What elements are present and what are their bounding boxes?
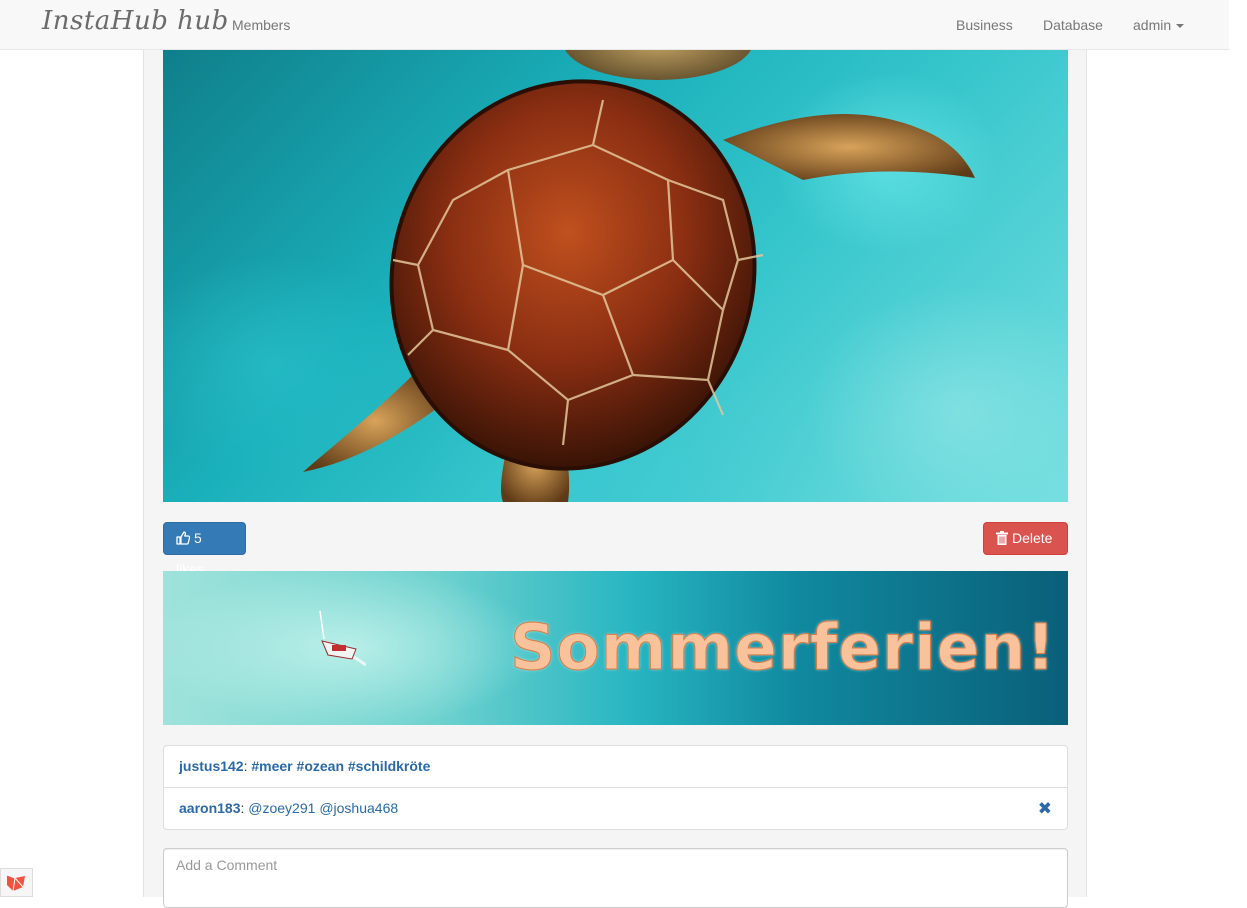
sailboat-icon (319, 610, 366, 667)
trash-icon (996, 531, 1008, 545)
brand-logo[interactable]: InstaHub hub (42, 6, 229, 36)
nav-members-link[interactable]: Members (232, 17, 290, 33)
delete-button[interactable]: Delete (983, 522, 1068, 555)
admin-label: admin (1133, 17, 1172, 33)
admin-dropdown[interactable]: admin (1133, 17, 1185, 33)
sea-turtle-icon (303, 50, 975, 502)
delete-label: Delete (1012, 530, 1053, 546)
mention-link[interactable]: @zoey291 (248, 800, 315, 816)
thumbs-up-icon (176, 531, 191, 545)
comment-item: aaron183: @zoey291 @joshua468 ✖ (164, 787, 1067, 829)
nav-business-link[interactable]: Business (956, 17, 1013, 33)
like-button[interactable]: 5 likes (163, 522, 246, 577)
comment-list: justus142: #meer #ozean #schildkröte aar… (163, 745, 1068, 830)
hashtag-link[interactable]: #ozean (297, 758, 344, 774)
comment-input[interactable] (163, 848, 1068, 908)
mention-link[interactable]: @joshua468 (319, 800, 398, 816)
top-navbar: InstaHub hub Members Business Database a… (0, 0, 1229, 50)
nav-database-link[interactable]: Database (1043, 17, 1103, 33)
comment-author-link[interactable]: justus142 (179, 758, 244, 774)
post-image (163, 50, 1068, 502)
comment-author-link[interactable]: aaron183 (179, 800, 240, 816)
comment-item: justus142: #meer #ozean #schildkröte (164, 746, 1067, 787)
laravel-logo-icon (6, 874, 25, 892)
debug-toolbar-toggle[interactable] (0, 868, 33, 897)
comment-separator: : (240, 800, 245, 816)
caret-down-icon (1176, 24, 1185, 29)
comment-separator: : (243, 758, 248, 774)
remove-comment-icon[interactable]: ✖ (1038, 788, 1052, 829)
hashtag-link[interactable]: #schildkröte (348, 758, 430, 774)
hashtag-link[interactable]: #meer (251, 758, 292, 774)
summer-banner: Sommerferien! (163, 571, 1068, 725)
banner-title: Sommerferien! (510, 611, 1056, 685)
